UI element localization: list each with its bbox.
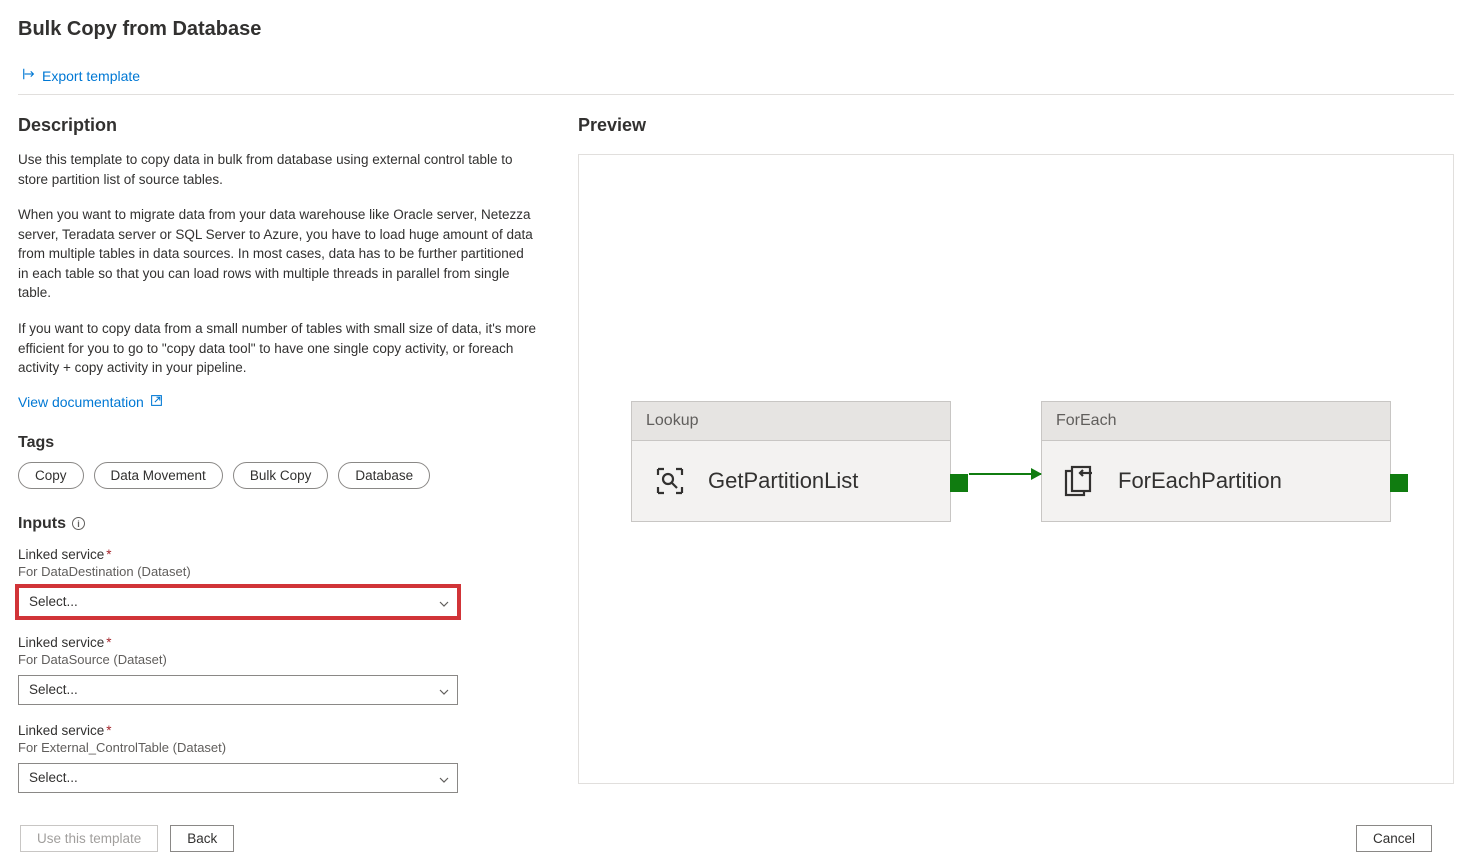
export-template-label: Export template [42, 68, 140, 84]
required-asterisk: * [106, 547, 111, 562]
foreach-icon [1062, 463, 1098, 499]
field-label-text: Linked service [18, 635, 104, 650]
export-icon [22, 67, 36, 84]
select-placeholder: Select... [29, 594, 78, 609]
tags-heading: Tags [18, 434, 538, 452]
inputs-heading: Inputs i [18, 515, 538, 533]
node-foreach[interactable]: ForEach ForEachPartition [1041, 401, 1391, 522]
tag-copy[interactable]: Copy [18, 462, 84, 489]
required-asterisk: * [106, 635, 111, 650]
connector[interactable] [969, 473, 1041, 475]
toolbar: Export template [18, 63, 1454, 95]
description-p1: Use this template to copy data in bulk f… [18, 150, 538, 189]
node-output-port[interactable] [950, 474, 968, 492]
select-data-destination[interactable]: Select... [18, 587, 458, 617]
page-title: Bulk Copy from Database [18, 18, 1454, 41]
footer: Use this template Back Cancel [0, 817, 1472, 864]
field-label: Linked service* [18, 547, 538, 562]
info-icon[interactable]: i [72, 517, 85, 530]
field-label: Linked service* [18, 723, 538, 738]
tag-list: Copy Data Movement Bulk Copy Database [18, 462, 538, 489]
node-output-port[interactable] [1390, 474, 1408, 492]
field-sublabel: For DataDestination (Dataset) [18, 564, 538, 579]
tag-data-movement[interactable]: Data Movement [94, 462, 223, 489]
select-data-source[interactable]: Select... [18, 675, 458, 705]
node-name: GetPartitionList [708, 468, 858, 494]
required-asterisk: * [106, 723, 111, 738]
select-control-table[interactable]: Select... [18, 763, 458, 793]
description-p3: If you want to copy data from a small nu… [18, 319, 538, 378]
description-p2: When you want to migrate data from your … [18, 205, 538, 303]
select-placeholder: Select... [29, 770, 78, 785]
lookup-icon [652, 463, 688, 499]
node-type: Lookup [632, 402, 950, 441]
back-button[interactable]: Back [170, 825, 234, 852]
external-link-icon [150, 394, 163, 410]
description-heading: Description [18, 115, 538, 136]
chevron-down-icon [439, 685, 449, 695]
field-data-destination: Linked service* For DataDestination (Dat… [18, 547, 538, 617]
select-placeholder: Select... [29, 682, 78, 697]
node-lookup[interactable]: Lookup GetPartition [631, 401, 951, 522]
arrow-icon [1031, 468, 1042, 480]
view-documentation-link[interactable]: View documentation [18, 394, 163, 410]
chevron-down-icon [439, 773, 449, 783]
export-template-button[interactable]: Export template [22, 67, 140, 84]
field-label-text: Linked service [18, 723, 104, 738]
preview-canvas[interactable]: Lookup GetPartition [578, 154, 1454, 784]
tag-bulk-copy[interactable]: Bulk Copy [233, 462, 329, 489]
chevron-down-icon [439, 597, 449, 607]
preview-heading: Preview [578, 115, 1454, 136]
field-sublabel: For DataSource (Dataset) [18, 652, 538, 667]
cancel-button[interactable]: Cancel [1356, 825, 1432, 852]
doc-link-label: View documentation [18, 394, 144, 410]
inputs-heading-label: Inputs [18, 515, 66, 533]
field-label-text: Linked service [18, 547, 104, 562]
node-type: ForEach [1042, 402, 1390, 441]
field-label: Linked service* [18, 635, 538, 650]
field-control-table: Linked service* For External_ControlTabl… [18, 723, 538, 793]
tag-database[interactable]: Database [338, 462, 430, 489]
field-sublabel: For External_ControlTable (Dataset) [18, 740, 538, 755]
use-this-template-button: Use this template [20, 825, 158, 852]
field-data-source: Linked service* For DataSource (Dataset)… [18, 635, 538, 705]
node-name: ForEachPartition [1118, 468, 1282, 494]
